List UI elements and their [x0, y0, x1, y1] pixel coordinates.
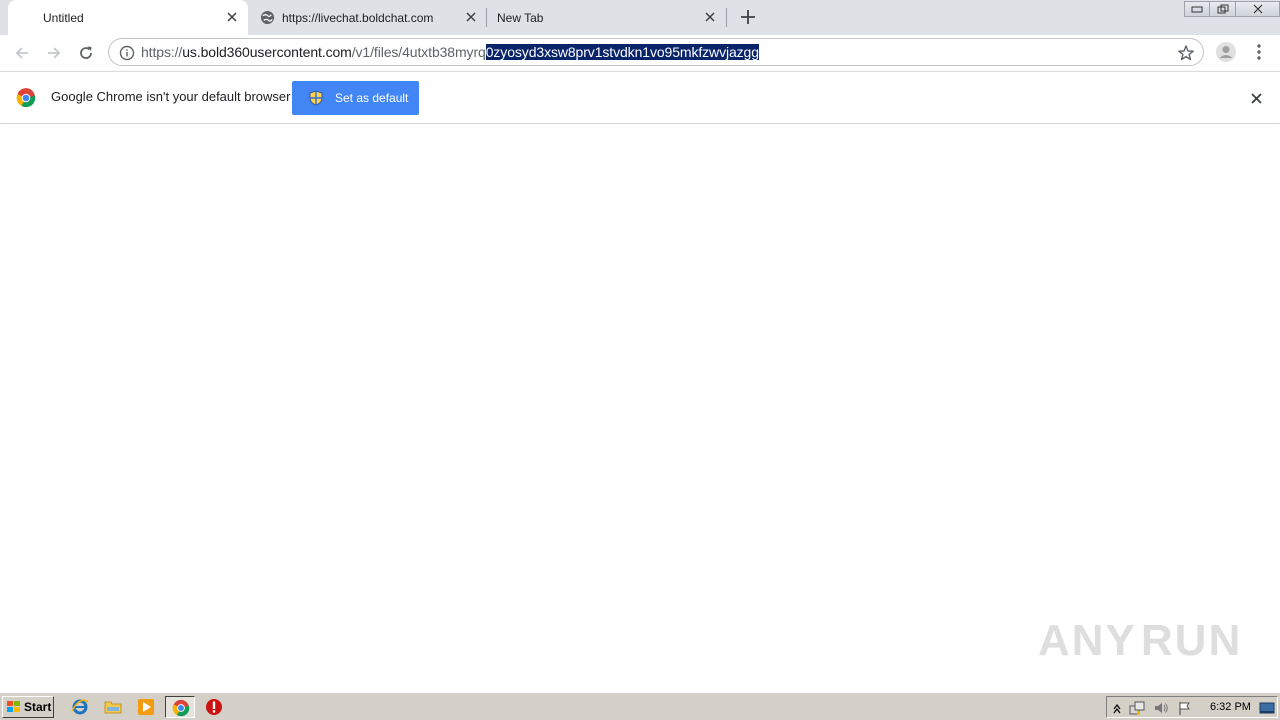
- page-content: [0, 124, 1280, 692]
- reload-icon: [80, 46, 92, 59]
- bookmark-star-icon[interactable]: [1177, 44, 1195, 62]
- tab-title: New Tab: [497, 10, 544, 25]
- close-window-button[interactable]: [1236, 1, 1280, 17]
- watermark-right-text: RUN: [1140, 616, 1243, 665]
- window-controls: [1184, 1, 1280, 17]
- plus-icon: [741, 10, 755, 24]
- arrow-left-icon: [15, 47, 28, 59]
- restore-button[interactable]: [1210, 1, 1236, 17]
- windows-taskbar: Start 6:32 PM: [0, 692, 1280, 720]
- tab-close-icon[interactable]: [224, 9, 240, 25]
- restore-icon: [1217, 4, 1228, 14]
- close-icon: [1253, 4, 1262, 14]
- start-button[interactable]: Start: [2, 696, 54, 718]
- windows-flag-icon: [7, 701, 20, 712]
- url-text[interactable]: https://us.bold360usercontent.com/v1/fil…: [141, 44, 759, 60]
- set-as-default-label: Set as default: [335, 91, 409, 105]
- tab-livechat[interactable]: https://livechat.boldchat.com: [248, 0, 486, 35]
- internet-explorer-icon[interactable]: [71, 698, 89, 716]
- tab-title: https://livechat.boldchat.com: [282, 10, 434, 25]
- infobar-close-button[interactable]: [1246, 88, 1266, 108]
- tab-untitled[interactable]: Untitled: [8, 0, 248, 35]
- chrome-icon: [172, 699, 190, 717]
- new-tab-button[interactable]: [738, 7, 758, 27]
- back-button[interactable]: [10, 41, 34, 65]
- tab-strip: Untitled https://livechat.boldchat.com N…: [0, 0, 1280, 35]
- tab-close-icon[interactable]: [702, 9, 718, 25]
- stop-icon[interactable]: [205, 698, 223, 716]
- start-label: Start: [24, 700, 52, 714]
- minimize-button[interactable]: [1184, 1, 1210, 17]
- tab-new-tab[interactable]: New Tab: [487, 0, 725, 35]
- close-icon: [1250, 92, 1262, 104]
- info-icon[interactable]: [119, 45, 135, 61]
- browser-toolbar: https://us.bold360usercontent.com/v1/fil…: [0, 35, 1280, 71]
- chrome-logo-icon: [16, 88, 36, 108]
- action-center-flag-icon[interactable]: [1177, 700, 1193, 716]
- tab-title: Untitled: [43, 10, 84, 25]
- show-desktop-icon[interactable]: [1259, 700, 1275, 716]
- shield-icon: [308, 90, 324, 106]
- tab-close-icon[interactable]: [463, 9, 479, 25]
- taskbar-chrome-button[interactable]: [165, 696, 195, 718]
- infobar-message: Google Chrome isn't your default browser: [51, 89, 291, 104]
- tab-separator: [726, 8, 727, 27]
- arrow-right-icon: [48, 47, 61, 59]
- reload-button[interactable]: [74, 41, 98, 65]
- system-tray: 6:32 PM: [1106, 696, 1278, 718]
- url-host: us.bold360usercontent.com: [182, 44, 352, 60]
- forward-button[interactable]: [42, 41, 66, 65]
- globe-icon: [260, 10, 275, 25]
- default-browser-infobar: Google Chrome isn't your default browser…: [0, 71, 1280, 123]
- file-explorer-icon[interactable]: [104, 698, 122, 716]
- tray-expand-icon[interactable]: [1109, 700, 1125, 716]
- profile-avatar-icon[interactable]: [1215, 41, 1237, 63]
- screen: Untitled https://livechat.boldchat.com N…: [0, 0, 1280, 720]
- url-selected-text: 0zyosyd3xsw8prv1stvdkn1vo95mkfzwvjazgg: [485, 44, 759, 60]
- url-prefix: https://: [141, 44, 183, 60]
- media-player-icon[interactable]: [137, 698, 155, 716]
- url-path: /v1/files/4utxtb38myrq: [351, 44, 486, 60]
- menu-dots-icon[interactable]: [1250, 41, 1268, 63]
- volume-icon[interactable]: [1153, 700, 1169, 716]
- address-bar[interactable]: https://us.bold360usercontent.com/v1/fil…: [108, 38, 1204, 66]
- anyrun-watermark: ANY RUN: [1038, 608, 1240, 674]
- taskbar-clock[interactable]: 6:32 PM: [1210, 701, 1251, 713]
- watermark-left-text: ANY: [1038, 616, 1137, 665]
- network-icon[interactable]: [1129, 700, 1145, 716]
- minimize-icon: [1191, 6, 1203, 13]
- set-as-default-button[interactable]: Set as default: [292, 81, 419, 115]
